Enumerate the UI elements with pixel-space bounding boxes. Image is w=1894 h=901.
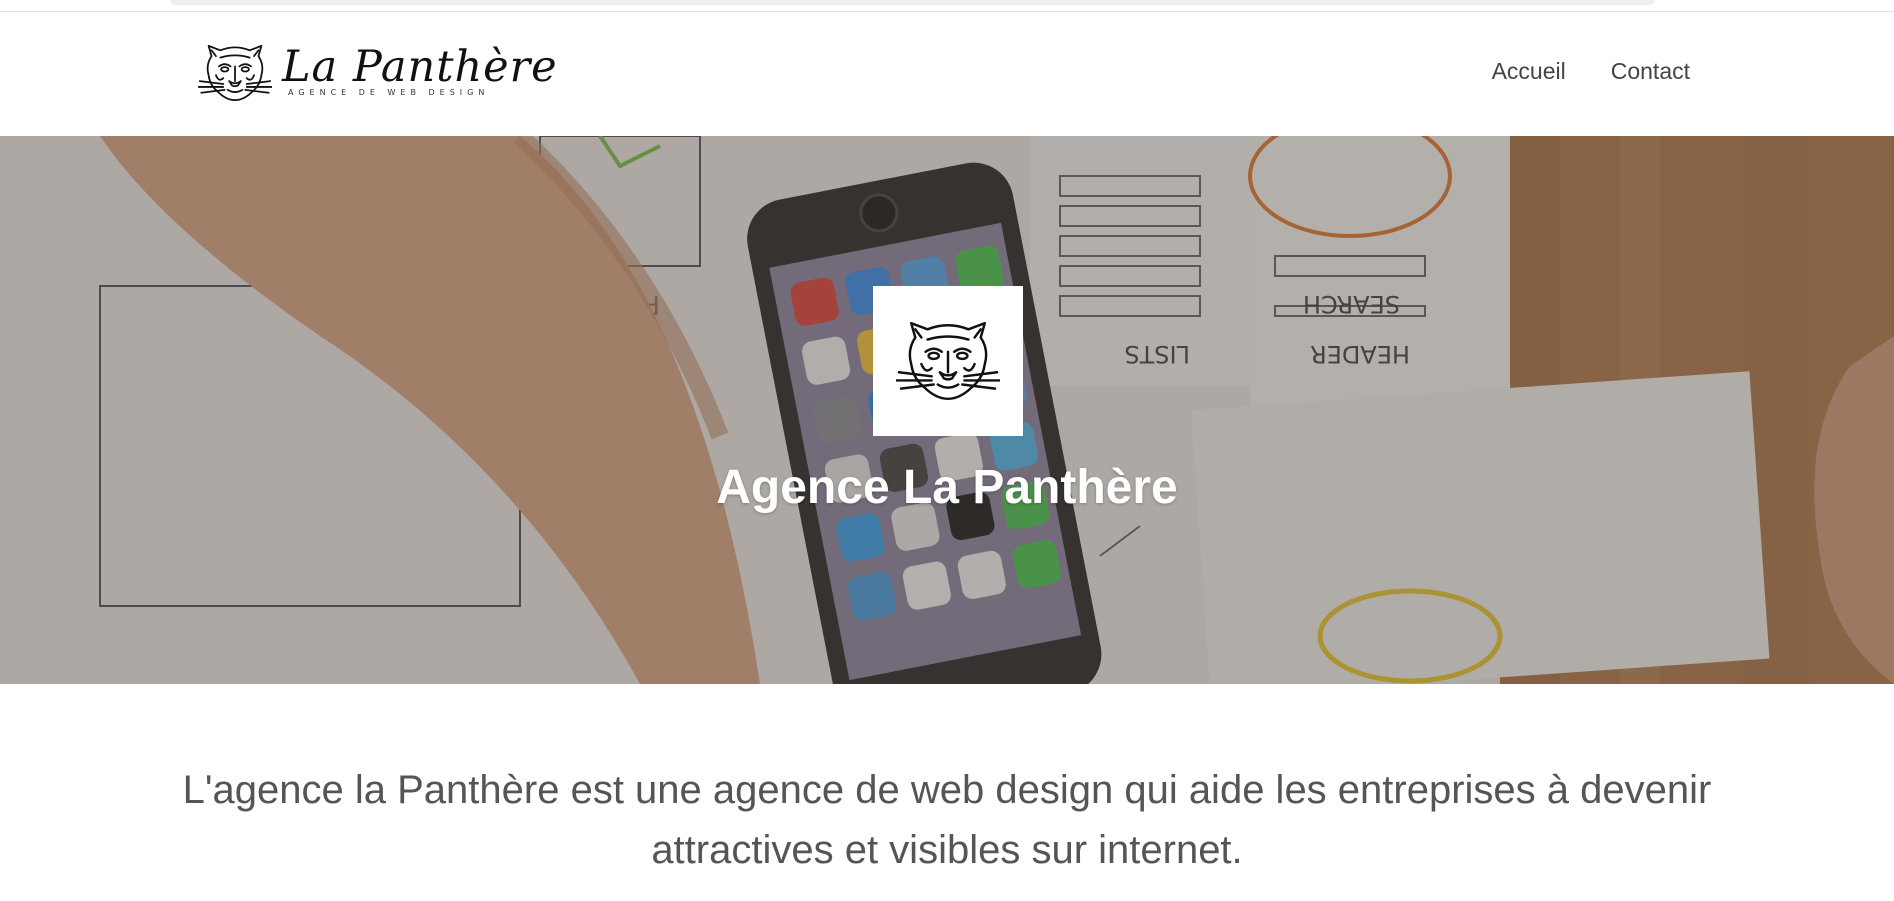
brand-name: La Panthère (282, 42, 558, 92)
intro-text: L'agence la Panthère est une agence de w… (182, 768, 1712, 872)
scroll-indicator (170, 0, 1655, 5)
brand-tagline: AGENCE DE WEB DESIGN (288, 88, 490, 97)
browser-top-strip (0, 0, 1894, 12)
main-nav: Accueil Contact (1492, 58, 1690, 85)
hero-title: Agence La Panthère (716, 461, 1178, 514)
panther-head-icon (896, 321, 1000, 401)
hero-section: SEARCH LISTS HEADER PHONE (0, 136, 1894, 684)
logo-text: La Panthère AGENCE DE WEB DESIGN (282, 40, 557, 106)
site-header: La Panthère AGENCE DE WEB DESIGN Accueil… (0, 12, 1894, 136)
panther-head-icon (198, 44, 272, 102)
nav-link-accueil[interactable]: Accueil (1492, 58, 1566, 85)
hero-logo (873, 286, 1023, 436)
nav-link-contact[interactable]: Contact (1611, 58, 1690, 85)
site-logo[interactable]: La Panthère AGENCE DE WEB DESIGN (198, 38, 557, 108)
